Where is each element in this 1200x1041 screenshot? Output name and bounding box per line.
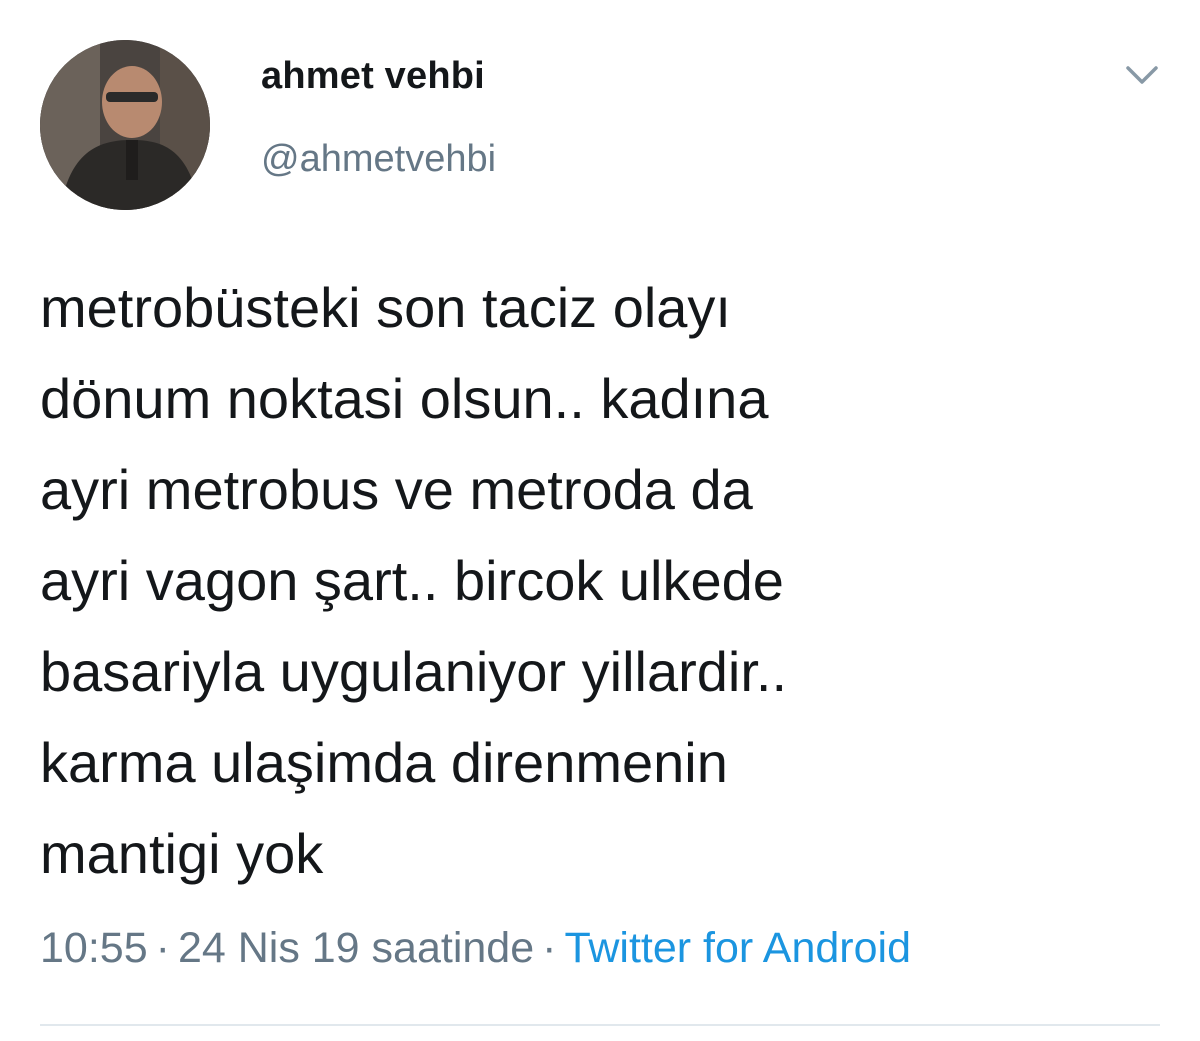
meta-separator: ·: [155, 924, 170, 972]
tweet-time[interactable]: 10:55: [40, 924, 148, 972]
chevron-down-icon[interactable]: [1122, 58, 1162, 92]
tweet-text: metrobüsteki son taciz olayı dönum nokta…: [40, 276, 788, 885]
user-handle[interactable]: @ahmetvehbi: [261, 138, 496, 181]
tweet-source-link[interactable]: Twitter for Android: [564, 924, 911, 972]
meta-separator: ·: [542, 924, 557, 972]
avatar-image: [40, 40, 210, 210]
tweet-metadata: 10:55 · 24 Nis 19 saatinde · Twitter for And…: [40, 924, 911, 973]
tweet-date[interactable]: 24 Nis 19 saatinde: [178, 924, 534, 972]
user-avatar[interactable]: [40, 40, 210, 210]
tweet-card: ahmet vehbi @ahmetvehbi metrobüsteki son…: [0, 0, 1200, 1041]
divider: [40, 1024, 1160, 1026]
user-display-name[interactable]: ahmet vehbi: [261, 55, 485, 98]
